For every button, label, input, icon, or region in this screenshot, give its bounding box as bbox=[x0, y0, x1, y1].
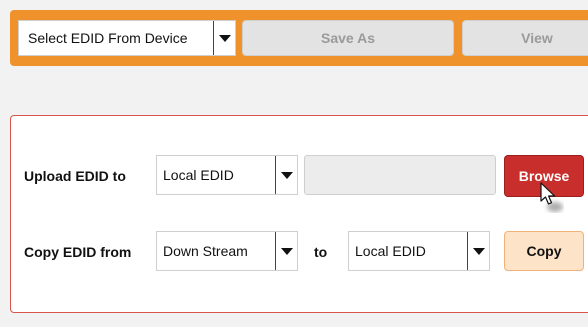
copy-source-value: Down Stream bbox=[163, 243, 248, 259]
copy-destination-value: Local EDID bbox=[355, 243, 426, 259]
view-button[interactable]: View bbox=[462, 20, 588, 56]
mouse-pointer-icon bbox=[540, 182, 563, 212]
chevron-down-icon bbox=[219, 35, 231, 42]
dropdown-arrow-button[interactable] bbox=[275, 156, 297, 194]
chevron-down-icon bbox=[473, 248, 485, 255]
chevron-down-icon bbox=[281, 172, 293, 179]
upload-edid-label: Upload EDID to bbox=[24, 168, 126, 184]
file-path-field[interactable] bbox=[304, 155, 496, 195]
dropdown-arrow-button[interactable] bbox=[467, 232, 489, 270]
dropdown-arrow-button[interactable] bbox=[275, 232, 297, 270]
copy-edid-label: Copy EDID from bbox=[24, 244, 132, 260]
copy-source-dropdown[interactable]: Down Stream bbox=[156, 231, 298, 271]
edid-panel bbox=[10, 115, 588, 313]
upload-target-dropdown[interactable]: Local EDID bbox=[156, 155, 298, 195]
chevron-down-icon bbox=[281, 248, 293, 255]
select-edid-from-device-dropdown[interactable]: Select EDID From Device bbox=[18, 20, 236, 56]
copy-button[interactable]: Copy bbox=[504, 231, 584, 271]
to-label: to bbox=[314, 244, 328, 260]
save-as-button[interactable]: Save As bbox=[242, 20, 454, 56]
upload-target-value: Local EDID bbox=[163, 167, 234, 183]
select-edid-from-device-label: Select EDID From Device bbox=[28, 30, 188, 46]
copy-destination-dropdown[interactable]: Local EDID bbox=[348, 231, 490, 271]
dropdown-arrow-button[interactable] bbox=[213, 21, 235, 55]
